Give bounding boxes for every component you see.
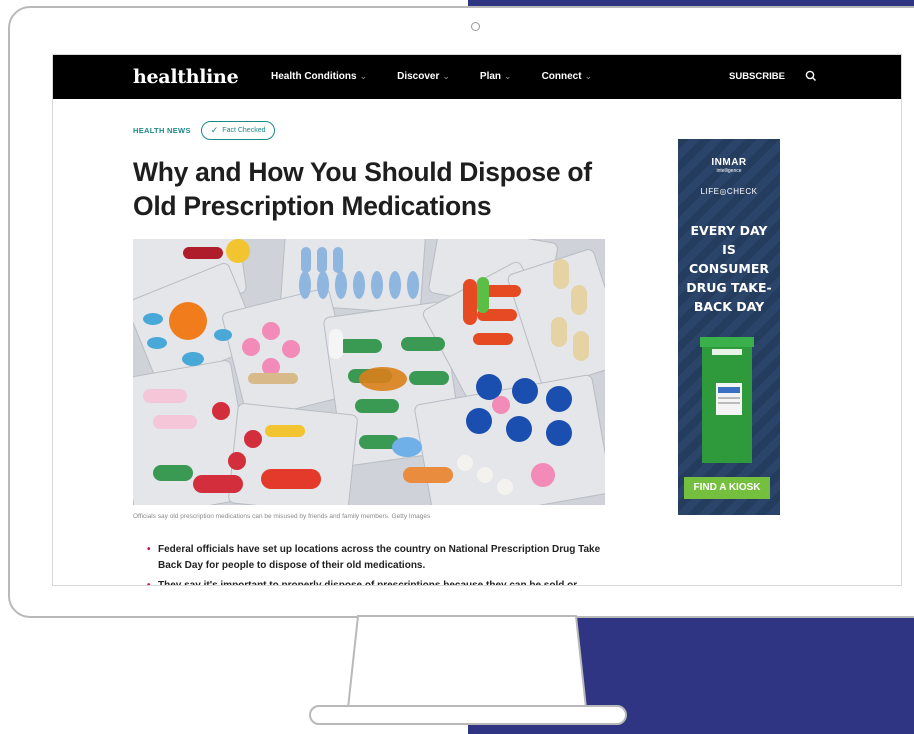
list-item: Federal officials have set up locations … xyxy=(147,542,617,574)
checkmark-icon: ✓ xyxy=(210,125,219,135)
article-title: Why and How You Should Dispose of Old Pr… xyxy=(133,157,592,221)
nav-item-plan[interactable]: Plan ⌄ xyxy=(480,71,512,82)
monitor-stand xyxy=(309,615,627,725)
ad-brand-name: INMAR xyxy=(711,157,747,168)
fact-checked-badge[interactable]: ✓ Fact Checked xyxy=(200,121,276,140)
chevron-down-icon: ⌄ xyxy=(504,71,512,81)
fact-checked-label: Fact Checked xyxy=(222,127,266,134)
ad-lifecheck-logo: LIFE◎CHECK xyxy=(700,187,758,196)
article-kicker: HEALTH NEWS ✓ Fact Checked xyxy=(133,121,276,140)
chevron-down-icon: ⌄ xyxy=(584,71,593,81)
browser-screen: healthline Health Conditions ⌄ Discover ⌄ … xyxy=(52,54,902,586)
search-icon[interactable] xyxy=(804,69,818,83)
list-item: They say it's important to properly disp… xyxy=(147,578,617,585)
key-takeaways: Federal officials have set up locations … xyxy=(147,542,617,585)
image-caption: Officials say old prescription medicatio… xyxy=(133,513,431,520)
nav-item-health-conditions[interactable]: Health Conditions ⌄ xyxy=(271,71,367,82)
nav-item-connect[interactable]: Connect ⌄ xyxy=(542,71,593,82)
kiosk-icon xyxy=(700,337,754,463)
subscribe-link[interactable]: SUBSCRIBE xyxy=(729,71,785,82)
ad-brand-sub: intelligence xyxy=(716,168,742,174)
pills-illustration xyxy=(133,239,605,505)
site-navbar: healthline Health Conditions ⌄ Discover ⌄ … xyxy=(53,55,901,99)
ad-headline: EVERY DAY IS CONSUMER DRUG TAKE-BACK DAY xyxy=(686,223,772,314)
site-logo[interactable]: healthline xyxy=(133,66,239,88)
nav-item-discover[interactable]: Discover ⌄ xyxy=(397,71,450,82)
nav-menu: Health Conditions ⌄ Discover ⌄ Plan ⌄ Conne… xyxy=(271,71,622,82)
hero-image-pills xyxy=(133,239,605,505)
find-kiosk-button[interactable]: FIND A KIOSK xyxy=(684,477,770,499)
monitor-frame: healthline Health Conditions ⌄ Discover ⌄ … xyxy=(8,6,914,618)
chevron-down-icon: ⌄ xyxy=(442,71,450,81)
category-link[interactable]: HEALTH NEWS xyxy=(133,126,191,135)
chevron-down-icon: ⌄ xyxy=(359,71,368,81)
webcam-icon xyxy=(471,22,480,31)
ad-brand-logo: INMAR intelligence xyxy=(678,157,780,174)
sidebar-ad[interactable]: INMAR intelligence LIFE◎CHECK EVERY DAY … xyxy=(678,139,780,515)
